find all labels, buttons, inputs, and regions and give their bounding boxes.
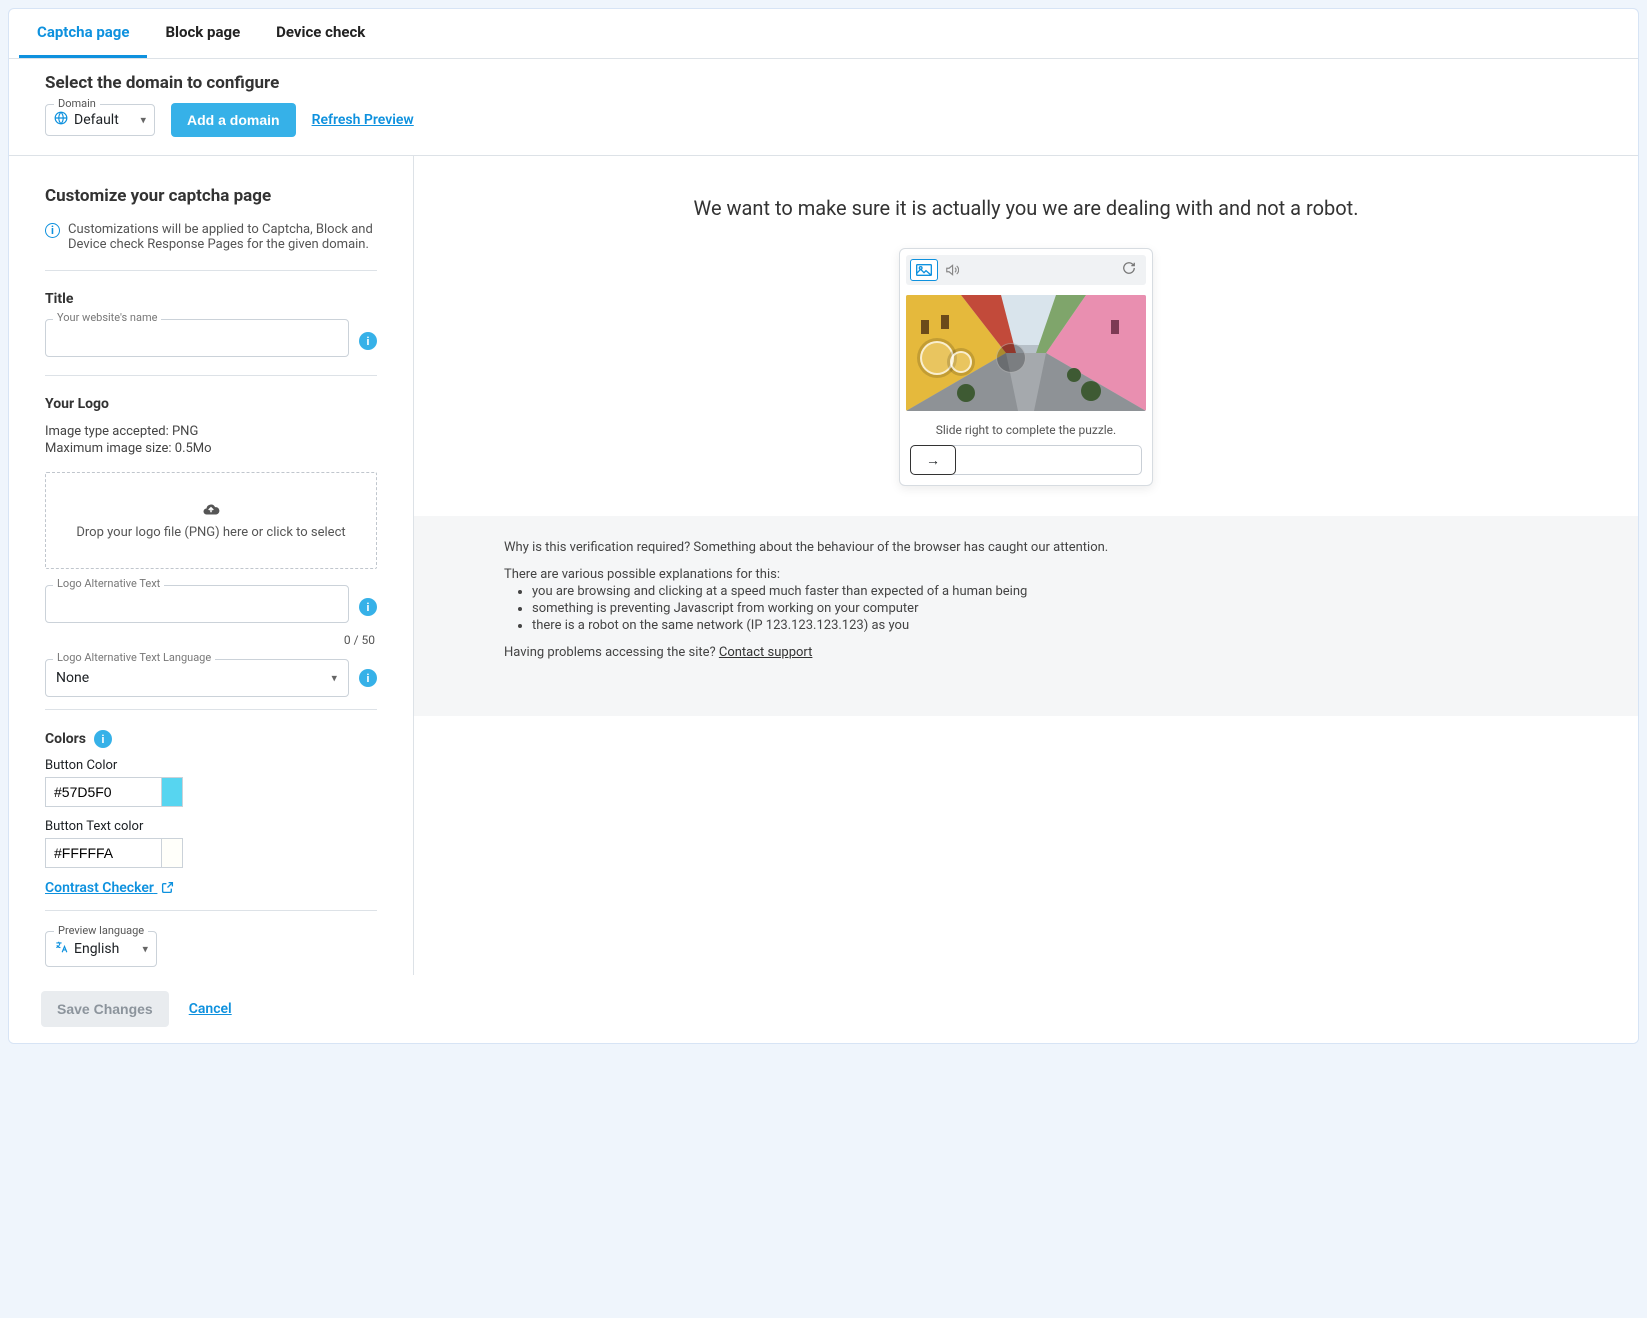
tabs: Captcha page Block page Device check	[9, 9, 1638, 59]
add-domain-button[interactable]: Add a domain	[171, 103, 296, 137]
alt-text-label: Logo Alternative Text	[53, 577, 164, 590]
config-card: Captcha page Block page Device check Sel…	[8, 8, 1639, 1044]
tab-block-page[interactable]: Block page	[147, 9, 258, 58]
logo-section-label: Your Logo	[45, 396, 377, 412]
logo-alt-lang-select[interactable]: None ▾	[45, 659, 349, 697]
puzzle-target	[996, 343, 1026, 373]
logo-alt-text-input[interactable]	[45, 585, 349, 623]
domain-bar: Select the domain to configure Domain De…	[9, 59, 1638, 156]
refresh-icon	[1122, 261, 1136, 275]
captcha-slider-thumb[interactable]: →	[910, 445, 956, 475]
button-color-label: Button Color	[45, 758, 377, 773]
captcha-audio-mode-button[interactable]	[938, 259, 966, 281]
domain-bar-title: Select the domain to configure	[45, 73, 1602, 93]
domain-select[interactable]: Domain Default ▾	[45, 104, 155, 136]
save-changes-button[interactable]: Save Changes	[41, 991, 169, 1027]
info-icon: i	[45, 223, 60, 238]
logo-type-note: Image type accepted: PNG	[45, 424, 377, 439]
captcha-refresh-button[interactable]	[1116, 261, 1142, 279]
preview-hero-text: We want to make sure it is actually you …	[414, 156, 1638, 248]
customize-heading: Customize your captcha page	[45, 186, 377, 206]
dropzone-text: Drop your logo file (PNG) here or click …	[76, 525, 345, 540]
explain-problems: Having problems accessing the site? Cont…	[504, 645, 1548, 660]
colors-section-label: Colors	[45, 731, 86, 747]
customize-info-text: Customizations will be applied to Captch…	[68, 222, 377, 252]
logo-size-note: Maximum image size: 0.5Mo	[45, 441, 377, 456]
explain-reason: you are browsing and clicking at a speed…	[532, 584, 1548, 599]
domain-controls: Domain Default ▾ Add a domain Refresh Pr…	[45, 103, 1602, 137]
title-input-label: Your website's name	[53, 311, 161, 324]
captcha-image	[906, 295, 1146, 411]
globe-icon	[54, 111, 68, 129]
info-icon[interactable]: i	[94, 730, 112, 748]
info-icon[interactable]: i	[359, 332, 377, 350]
title-section-label: Title	[45, 291, 377, 307]
divider	[45, 709, 377, 710]
explain-reasons: you are browsing and clicking at a speed…	[504, 584, 1548, 633]
chevron-down-icon: ▾	[140, 114, 146, 127]
divider	[45, 910, 377, 911]
chevron-down-icon: ▾	[331, 672, 337, 685]
captcha-mode-bar	[906, 255, 1146, 285]
button-color-swatch[interactable]	[161, 777, 183, 807]
button-text-color-label: Button Text color	[45, 819, 377, 834]
tab-captcha-page[interactable]: Captcha page	[19, 9, 147, 58]
content: Customize your captcha page i Customizat…	[9, 156, 1638, 975]
preview-lang-value: English	[74, 941, 119, 957]
explain-lead: There are various possible explanations …	[504, 567, 1548, 582]
button-color-input[interactable]	[45, 777, 161, 807]
image-icon	[916, 264, 932, 276]
audio-icon	[945, 263, 959, 277]
button-text-color-swatch[interactable]	[161, 838, 183, 868]
slide-instruction: Slide right to complete the puzzle.	[906, 423, 1146, 437]
footer-bar: Save Changes Cancel	[9, 975, 1638, 1043]
explain-reason: something is preventing Javascript from …	[532, 601, 1548, 616]
preview-language-select[interactable]: Preview language English ▾	[45, 931, 157, 967]
tab-device-check[interactable]: Device check	[258, 9, 383, 58]
chevron-down-icon: ▾	[142, 943, 148, 956]
info-icon[interactable]: i	[359, 598, 377, 616]
cloud-upload-icon	[202, 501, 220, 519]
cancel-link[interactable]: Cancel	[189, 1001, 232, 1017]
alt-text-counter: 0 / 50	[47, 633, 375, 647]
divider	[45, 375, 377, 376]
preview-panel: We want to make sure it is actually you …	[414, 156, 1638, 975]
title-input[interactable]	[45, 319, 349, 357]
captcha-image-mode-button[interactable]	[910, 259, 938, 281]
external-link-icon	[161, 881, 174, 898]
explain-intro: Why is this verification required? Somet…	[504, 540, 1548, 555]
preview-explanation: Why is this verification required? Somet…	[414, 516, 1638, 716]
puzzle-piece	[950, 351, 972, 373]
domain-select-value: Default	[74, 112, 119, 128]
translate-icon	[54, 940, 68, 958]
captcha-slider-track[interactable]: →	[910, 445, 1142, 475]
captcha-widget: Slide right to complete the puzzle. →	[899, 248, 1153, 486]
button-text-color-input[interactable]	[45, 838, 161, 868]
customize-panel: Customize your captcha page i Customizat…	[9, 156, 414, 975]
domain-select-label: Domain	[54, 97, 100, 110]
info-icon[interactable]: i	[359, 669, 377, 687]
arrow-right-icon: →	[926, 452, 940, 469]
puzzle-piece	[920, 341, 954, 375]
refresh-preview-link[interactable]: Refresh Preview	[312, 112, 414, 128]
contact-support-link[interactable]: Contact support	[719, 645, 813, 660]
divider	[45, 270, 377, 271]
customize-info: i Customizations will be applied to Capt…	[45, 222, 377, 252]
contrast-checker-link[interactable]: Contrast Checker	[45, 880, 174, 896]
alt-lang-value: None	[56, 670, 89, 686]
explain-reason: there is a robot on the same network (IP…	[532, 618, 1548, 633]
logo-dropzone[interactable]: Drop your logo file (PNG) here or click …	[45, 472, 377, 569]
alt-lang-label: Logo Alternative Text Language	[53, 651, 215, 664]
preview-lang-label: Preview language	[54, 924, 148, 937]
